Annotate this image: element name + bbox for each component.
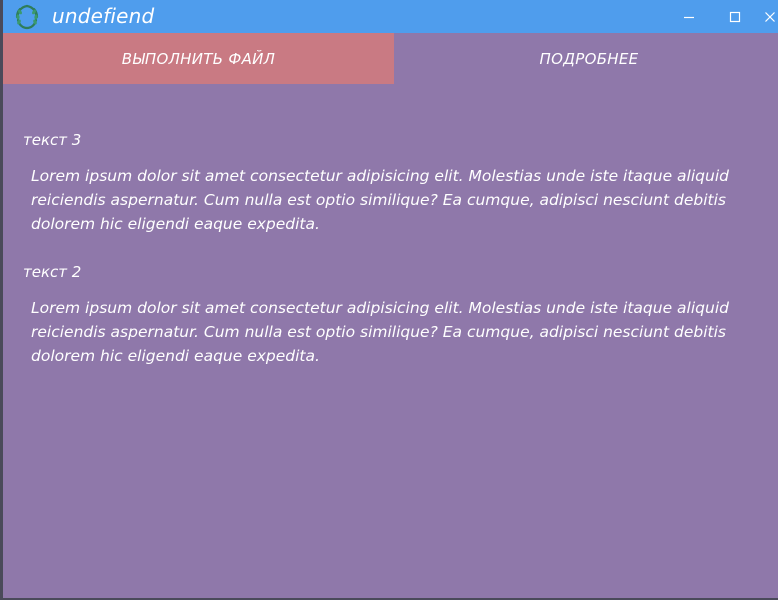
tab-details[interactable]: ПОДРОБНЕЕ bbox=[394, 33, 778, 84]
maximize-icon bbox=[729, 11, 741, 22]
app-logo-icon bbox=[15, 4, 39, 30]
tab-run-file[interactable]: ВЫПОЛНИТЬ ФАЙЛ bbox=[3, 33, 394, 84]
close-icon bbox=[765, 11, 775, 22]
minimize-icon bbox=[684, 16, 694, 18]
section-body-text-2: Lorem ipsum dolor sit amet consectetur a… bbox=[31, 299, 729, 365]
minimize-button[interactable] bbox=[666, 0, 712, 33]
titlebar[interactable]: undefiend bbox=[3, 0, 778, 33]
window-title: undefiend bbox=[52, 4, 155, 28]
tab-bar: ВЫПОЛНИТЬ ФАЙЛ ПОДРОБНЕЕ bbox=[3, 33, 778, 84]
app-window: undefiend ВЫПОЛНИТЬ ФАЙЛ ПОДРОБНЕЕ текст… bbox=[0, 0, 778, 600]
section-title-text-3: текст 3 bbox=[23, 131, 82, 149]
section-body-text-3: Lorem ipsum dolor sit amet consectetur a… bbox=[31, 167, 729, 233]
maximize-button[interactable] bbox=[712, 0, 758, 33]
close-button[interactable] bbox=[758, 0, 778, 33]
section-title-text-2: текст 2 bbox=[23, 263, 82, 281]
